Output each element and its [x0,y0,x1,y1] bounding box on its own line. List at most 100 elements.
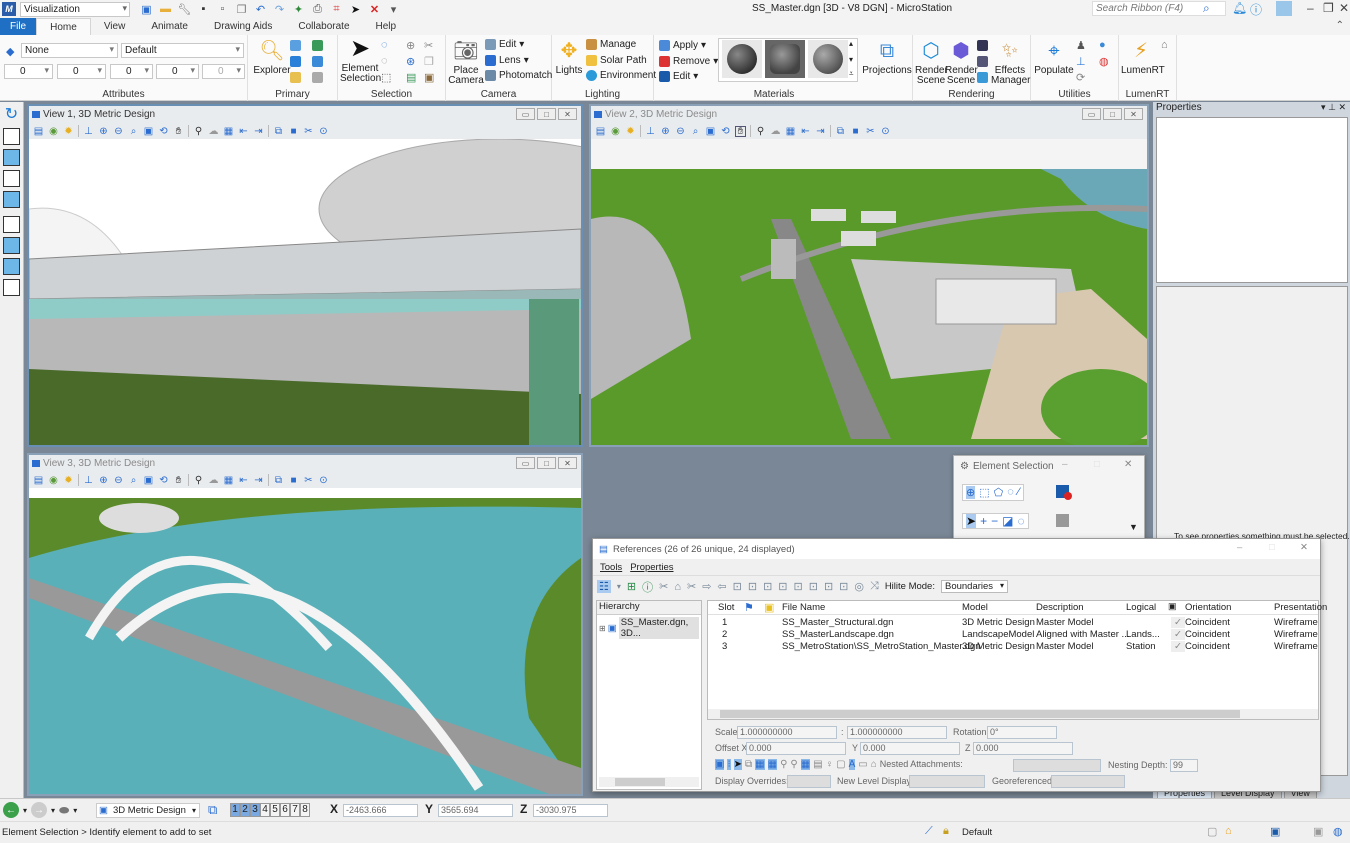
lock-toggle-icon[interactable]: ⌂ [871,759,877,770]
globe-icon[interactable]: ● [1099,39,1106,51]
fit-view-icon[interactable]: ▣ [143,475,154,486]
cut-icon[interactable]: ✂ [424,39,433,52]
scroll-thumb[interactable] [720,710,1240,718]
new-level-display-select[interactable] [909,775,985,788]
offset-z-input[interactable]: 0.000 [973,742,1073,755]
snap-toggle-icon[interactable]: ⁝ [727,759,731,770]
customize-qat-icon[interactable]: ▾ [387,3,400,16]
view-toggle-8[interactable]: 8 [300,803,310,817]
save-image-icon[interactable] [977,40,988,51]
display-toggle-icon[interactable]: ▣ [715,759,725,770]
render-settings-icon[interactable] [977,72,988,83]
offset-x-input[interactable]: 0.000 [746,742,846,755]
search-icon[interactable]: ⌕ [1203,1,1210,16]
close-view-button[interactable]: ✕ [558,108,577,120]
zoom-in-icon[interactable]: ⊕ [98,475,109,486]
models-icon[interactable] [290,40,301,51]
print-organizer-icon[interactable]: ⌗ [330,3,343,16]
copy-view-icon[interactable]: ⧉ [273,126,284,137]
attach-reference-icon[interactable]: ⊞ [627,580,636,593]
annotation-toggle-icon[interactable]: A [848,759,856,770]
table-row[interactable]: 2 SS_MasterLandscape.dgn LandscapeModel Ali… [708,629,1318,641]
print-toggle-icon[interactable]: ▤ [813,759,822,770]
view-toggle-3[interactable]: 3 [250,803,260,817]
clip-volume-icon[interactable]: ✂ [865,126,876,137]
camera-view-icon[interactable]: ▦ [223,475,234,486]
solar-path-button[interactable]: Solar Path [586,55,647,66]
walk-icon[interactable]: ⚲ [193,475,204,486]
column-logical[interactable]: Logical [1126,602,1156,613]
clip-front-icon[interactable]: ⊡ [824,580,833,593]
level-display-icon[interactable] [290,72,301,83]
workflow-selector[interactable]: Visualization [20,1,130,17]
view-attributes-icon[interactable]: ▤ [33,475,44,486]
restore-icon[interactable]: ❐ [1323,1,1334,15]
scale-reference-input[interactable]: 1.000000000 [847,726,947,739]
tab-view[interactable]: View [91,18,139,35]
feature-icon[interactable]: ▣ [1313,825,1323,838]
column-model[interactable]: Model [962,602,988,613]
model-pool-icon[interactable]: ⬬ [59,803,69,818]
explorer-button[interactable]: 🔍︎ Explorer [252,39,292,76]
maximize-view-button[interactable]: □ [537,108,556,120]
photomatch-button[interactable]: Photomatch [485,70,552,81]
detach-icon[interactable]: ✂ [659,580,668,593]
display-style-icon[interactable]: ◉ [48,126,59,137]
references-icon[interactable] [312,40,323,51]
render-scene-2-button[interactable]: ⬢ Render Scene [945,39,978,86]
menu-properties[interactable]: Properties [630,562,673,573]
rotate-view-icon[interactable]: ⟲ [720,126,731,137]
move-back-icon[interactable]: ⇦ [717,580,726,593]
rotate-view-icon[interactable]: ↻ [0,104,23,124]
display-icon[interactable]: ▣ [764,601,774,614]
redo-icon[interactable]: ↷ [273,3,286,16]
close-panel-icon[interactable]: ✕ [1338,102,1346,112]
expand-icon[interactable]: ⊞ [599,624,606,633]
select-all-icon[interactable]: ◌ [381,39,388,51]
column-description[interactable]: Description [1036,602,1084,613]
sheet-icon[interactable]: ▢ [1207,825,1217,838]
window-area-icon[interactable]: ⌕ [128,126,139,137]
model-selector[interactable]: ▣ 3D Metric Design ▾ [96,803,200,818]
update-view-icon[interactable]: ⊥ [83,126,94,137]
zoom-in-icon[interactable]: ⊕ [98,126,109,137]
wrench-icon[interactable]: 🔧︎ [178,3,192,16]
clip-delete-icon[interactable]: ◎ [854,580,864,593]
update-view-icon[interactable]: ⊥ [83,475,94,486]
next-view-icon[interactable]: ⇥ [253,126,264,137]
flag-icon[interactable]: ⚑ [744,601,754,614]
maximize-view-button[interactable]: □ [1103,108,1122,120]
tab-home[interactable]: Home [36,18,91,35]
maximize-view-button[interactable]: □ [537,457,556,469]
pointer-icon[interactable]: ➤ [349,3,362,16]
move-icon[interactable]: ⇨ [702,580,711,593]
reload-icon[interactable]: ⌂ [674,581,681,593]
clip-volume-icon[interactable]: ✂ [303,475,314,486]
view-top-icon[interactable] [3,128,20,145]
tab-file[interactable]: File [0,18,37,35]
view-iso-icon[interactable] [3,191,20,208]
hierarchy-scrollbar[interactable] [599,777,699,787]
active-level[interactable]: Default [962,827,992,838]
stamp-icon[interactable]: ⊥ [1076,55,1086,68]
minimize-icon[interactable]: – [1307,1,1314,15]
zoom-out-icon[interactable]: ⊖ [113,475,124,486]
view-3-render[interactable] [29,488,581,794]
save-multiple-icon[interactable] [977,56,988,67]
fly-icon[interactable]: ☁ [208,475,219,486]
nesting-depth-input[interactable]: 99 [1170,759,1198,772]
table-scrollbar[interactable] [708,709,1318,719]
gallery-scroll-down-icon[interactable]: ▾ [849,55,853,64]
print-icon[interactable]: ⎙ [311,3,324,16]
back-icon[interactable]: ← [3,802,19,818]
view-bottom-icon[interactable] [3,216,20,233]
view-window-3[interactable]: View 3, 3D Metric Design ▭ □ ✕ ▤ ◉ ✹ ⊥ ⊕ ⊖ ⌕ ▣ ⟲ ✋︎… [27,453,583,796]
exchange-icon[interactable]: ⤨ [870,580,879,593]
method-line-icon[interactable]: ⁄ [1018,486,1020,499]
accudraw-icon[interactable]: ⟋ [925,825,933,838]
zoom-out-icon[interactable]: ⊖ [675,126,686,137]
method-circle-icon[interactable]: ◌ [1007,486,1014,499]
view-window-1[interactable]: View 1, 3D Metric Design ▭ □ ✕ ▤ ◉ ✹ ⊥ ⊕ ⊖ ⌕ ▣ ⟲ ✋︎… [27,104,583,447]
list-view-icon[interactable]: ☷ [597,580,611,593]
true-scale-icon[interactable]: ⧉ [745,759,752,770]
